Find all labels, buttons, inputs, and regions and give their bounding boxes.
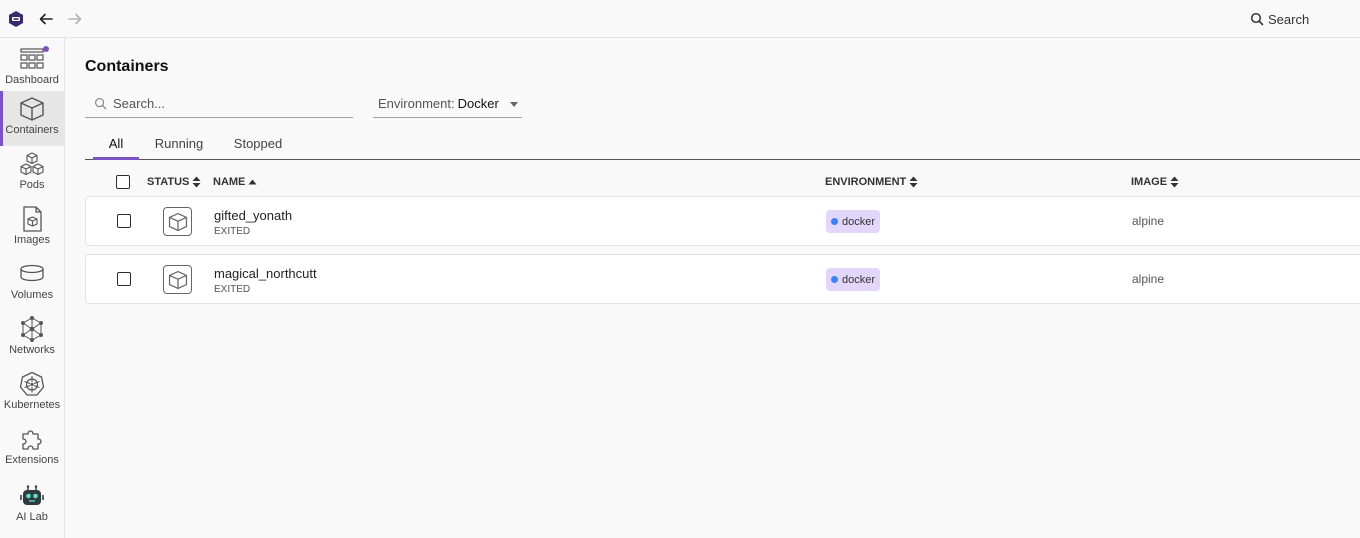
search-input[interactable] (113, 96, 343, 111)
column-header-image[interactable]: IMAGE (1131, 176, 1179, 188)
container-image: alpine (1132, 272, 1165, 286)
environment-status-dot (831, 276, 838, 283)
sidebar-item-ai-lab[interactable]: AI Lab (0, 478, 64, 533)
sort-icon (909, 176, 918, 188)
sidebar-item-label: Containers (5, 124, 59, 136)
column-name-label: NAME (213, 176, 246, 188)
sort-ascending-icon (248, 179, 257, 184)
tab-running[interactable]: Running (151, 128, 207, 159)
container-name[interactable]: magical_northcutt (214, 266, 317, 281)
sidebar-item-extensions[interactable]: Extensions (0, 421, 64, 476)
sidebar-item-label: AI Lab (16, 511, 48, 523)
environment-status-dot (831, 218, 838, 225)
sidebar-item-label: Pods (19, 179, 45, 191)
chevron-down-icon (510, 102, 518, 107)
dashboard-icon (20, 48, 44, 69)
table-row[interactable]: magical_northcutt EXITED docker alpine (85, 254, 1360, 304)
row-checkbox[interactable] (117, 214, 131, 228)
container-cube-icon (168, 270, 187, 289)
notification-dot (43, 46, 49, 52)
images-icon (23, 206, 42, 232)
environment-dropdown-value: Docker (457, 96, 499, 111)
volumes-icon (20, 264, 44, 282)
sidebar-item-volumes[interactable]: Volumes (0, 256, 64, 311)
container-state: EXITED (214, 226, 251, 237)
tab-stopped[interactable]: Stopped (229, 128, 287, 159)
column-image-label: IMAGE (1131, 176, 1168, 188)
container-name[interactable]: gifted_yonath (214, 208, 292, 223)
search-icon (1250, 12, 1264, 26)
container-image: alpine (1132, 214, 1165, 228)
environment-badge: docker (826, 268, 881, 291)
column-header-name[interactable]: NAME (213, 176, 257, 188)
table-header: STATUS NAME ENVIRONMENT IMAGE (85, 170, 1360, 194)
sidebar-item-label: Networks (9, 344, 55, 356)
table-row[interactable]: gifted_yonath EXITED docker alpine (85, 196, 1360, 246)
networks-icon (21, 316, 43, 342)
sidebar-item-pods[interactable]: Pods (0, 146, 64, 201)
podman-logo-icon (9, 11, 23, 27)
container-status-icon (163, 207, 192, 236)
sidebar-item-label: Volumes (10, 289, 54, 301)
puzzle-piece-icon (22, 430, 42, 450)
sidebar-item-label: Extensions (5, 454, 59, 466)
sidebar-item-kubernetes[interactable]: Kubernetes (0, 366, 64, 421)
tab-all[interactable]: All (93, 128, 139, 160)
sidebar-item-label: Kubernetes (3, 399, 61, 411)
title-bar: Search (0, 0, 1360, 38)
container-state: EXITED (214, 284, 251, 295)
column-status-label: STATUS (147, 176, 190, 188)
sidebar: Dashboard Containers Pods Images Volumes… (0, 38, 65, 538)
global-search-button[interactable]: Search (1250, 10, 1309, 28)
container-search (85, 90, 353, 118)
sort-icon (1170, 176, 1179, 188)
sidebar-item-label: Dashboard (5, 74, 59, 86)
back-arrow-icon[interactable] (37, 10, 55, 28)
search-icon (94, 97, 107, 110)
environment-dropdown[interactable]: Environment: Docker (373, 90, 522, 118)
container-status-icon (163, 265, 192, 294)
sidebar-item-containers[interactable]: Containers (0, 91, 64, 146)
kubernetes-helm-icon (19, 371, 45, 396)
main-content: Containers Environment: Docker All Runni… (65, 38, 1360, 538)
container-cube-icon (168, 212, 187, 231)
sidebar-item-networks[interactable]: Networks (0, 311, 64, 366)
column-header-status[interactable]: STATUS (147, 176, 201, 188)
forward-arrow-icon[interactable] (66, 10, 84, 28)
row-checkbox[interactable] (117, 272, 131, 286)
environment-badge: docker (826, 210, 881, 233)
ai-lab-robot-icon (20, 485, 44, 505)
environment-badge-label: docker (842, 273, 876, 286)
column-environment-label: ENVIRONMENT (825, 176, 907, 188)
container-cube-icon (20, 97, 44, 121)
sidebar-item-dashboard[interactable]: Dashboard (0, 41, 64, 96)
select-all-checkbox[interactable] (116, 175, 130, 189)
environment-badge-label: docker (842, 215, 876, 228)
pods-icon (20, 152, 44, 176)
filter-tabs: All Running Stopped (85, 128, 1360, 160)
sidebar-item-label: Images (13, 234, 51, 246)
environment-dropdown-label: Environment: (378, 96, 455, 111)
column-header-environment[interactable]: ENVIRONMENT (825, 176, 918, 188)
page-title: Containers (85, 58, 169, 75)
global-search-label: Search (1268, 11, 1310, 27)
sort-icon (192, 176, 201, 188)
sidebar-item-images[interactable]: Images (0, 201, 64, 256)
